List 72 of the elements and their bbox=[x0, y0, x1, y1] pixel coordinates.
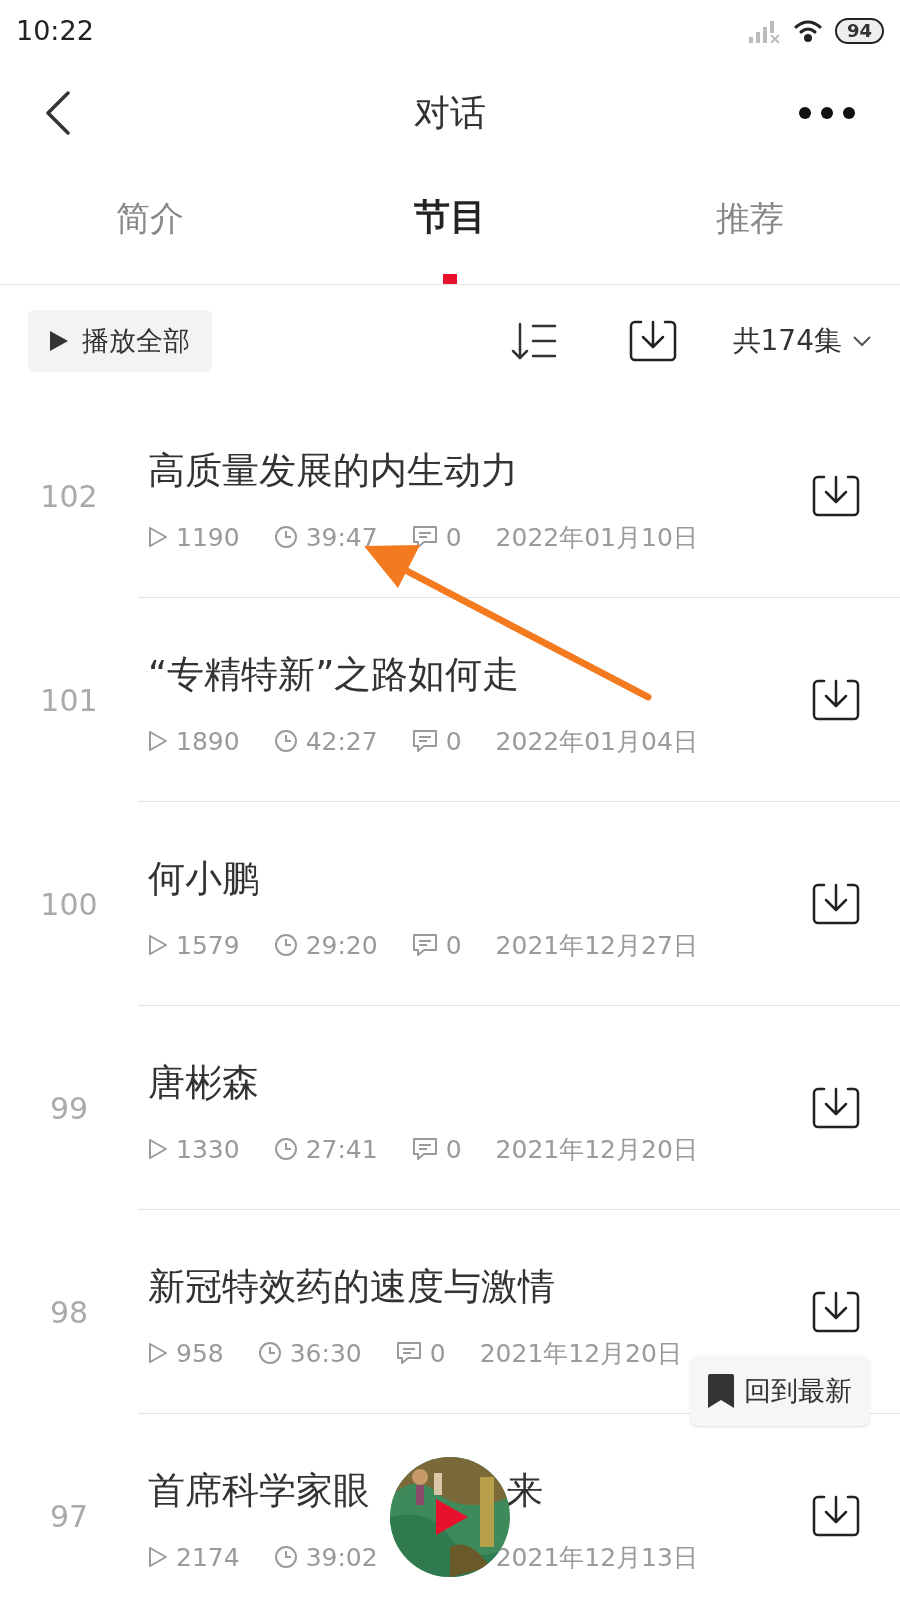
clock-icon bbox=[273, 1545, 298, 1570]
duration: 29:20 bbox=[305, 929, 378, 962]
episode-number: 102 bbox=[39, 477, 99, 516]
publish-date: 2022年01月04日 bbox=[495, 725, 698, 758]
duration: 39:47 bbox=[305, 521, 378, 554]
play-count: 1890 bbox=[176, 725, 240, 758]
play-icon bbox=[148, 730, 168, 753]
episode-title: 新冠特效药的速度与激情 bbox=[148, 1264, 555, 1310]
episode-number: 98 bbox=[48, 1293, 90, 1332]
publish-date: 2021年12月20日 bbox=[479, 1337, 682, 1370]
page-title: 对话 bbox=[414, 91, 486, 135]
play-icon bbox=[148, 1138, 168, 1161]
play-icon bbox=[148, 1546, 168, 1569]
wifi-icon bbox=[792, 19, 823, 43]
comment-icon bbox=[411, 729, 438, 754]
play-count: 958 bbox=[176, 1337, 224, 1370]
signal-icon bbox=[748, 19, 781, 43]
duration: 42:27 bbox=[305, 725, 378, 758]
publish-date: 2022年01月10日 bbox=[495, 521, 698, 554]
chevron-down-icon bbox=[852, 335, 872, 347]
back-to-latest-button[interactable]: 回到最新 bbox=[690, 1356, 870, 1426]
comment-count: 0 bbox=[429, 1337, 446, 1370]
episode-title: 唐彬森 bbox=[148, 1060, 259, 1106]
episode-number: 99 bbox=[48, 1089, 90, 1128]
tab[interactable]: 推荐 bbox=[716, 193, 784, 244]
comment-count: 0 bbox=[445, 929, 462, 962]
episode-count-dropdown[interactable]: 共174集 bbox=[732, 320, 872, 362]
clock-icon bbox=[257, 1341, 282, 1366]
publish-date: 2021年12月13日 bbox=[495, 1541, 698, 1574]
more-icon[interactable] bbox=[798, 106, 856, 120]
clock-icon bbox=[273, 729, 298, 754]
status-time: 10:22 bbox=[16, 13, 94, 48]
episode-title: 来 bbox=[506, 1468, 543, 1514]
clock-icon bbox=[273, 1137, 298, 1162]
clock-icon bbox=[273, 933, 298, 958]
play-count: 1330 bbox=[176, 1133, 240, 1166]
publish-date: 2021年12月20日 bbox=[495, 1133, 698, 1166]
comment-count: 0 bbox=[445, 725, 462, 758]
play-count: 1190 bbox=[176, 521, 240, 554]
sort-icon[interactable] bbox=[510, 322, 557, 360]
episode-number: 97 bbox=[48, 1497, 90, 1536]
bookmark-icon bbox=[708, 1374, 734, 1408]
comment-icon bbox=[411, 1137, 438, 1162]
play-count: 2174 bbox=[176, 1541, 240, 1574]
download-all-icon[interactable] bbox=[628, 318, 677, 364]
battery-indicator: 94 bbox=[834, 18, 884, 44]
comment-icon bbox=[411, 933, 438, 958]
clock-icon bbox=[273, 525, 298, 550]
comment-icon bbox=[395, 1341, 422, 1366]
episode-title: 首席科学家眼 bbox=[148, 1468, 370, 1514]
play-icon bbox=[50, 331, 68, 351]
episode-number: 101 bbox=[39, 681, 99, 720]
tab[interactable]: 节目 bbox=[414, 190, 486, 244]
episode-title: “专精特新”之路如何走 bbox=[148, 652, 520, 698]
play-icon bbox=[148, 526, 168, 549]
play-icon bbox=[148, 1342, 168, 1365]
tab-indicator bbox=[443, 274, 457, 284]
duration: 39:02 bbox=[305, 1541, 378, 1574]
comment-icon bbox=[411, 525, 438, 550]
episode-title: 高质量发展的内生动力 bbox=[148, 448, 518, 494]
play-count: 1579 bbox=[176, 929, 240, 962]
back-icon[interactable] bbox=[44, 91, 72, 135]
episode-number: 100 bbox=[39, 885, 99, 924]
play-all-button[interactable]: 播放全部 bbox=[28, 310, 212, 372]
duration: 27:41 bbox=[305, 1133, 378, 1166]
episode-title: 何小鹏 bbox=[148, 856, 259, 902]
publish-date: 2021年12月27日 bbox=[495, 929, 698, 962]
comment-count: 0 bbox=[445, 521, 462, 554]
play-icon bbox=[148, 934, 168, 957]
comment-count: 0 bbox=[445, 1133, 462, 1166]
tab[interactable]: 简介 bbox=[116, 193, 184, 244]
duration: 36:30 bbox=[289, 1337, 362, 1370]
